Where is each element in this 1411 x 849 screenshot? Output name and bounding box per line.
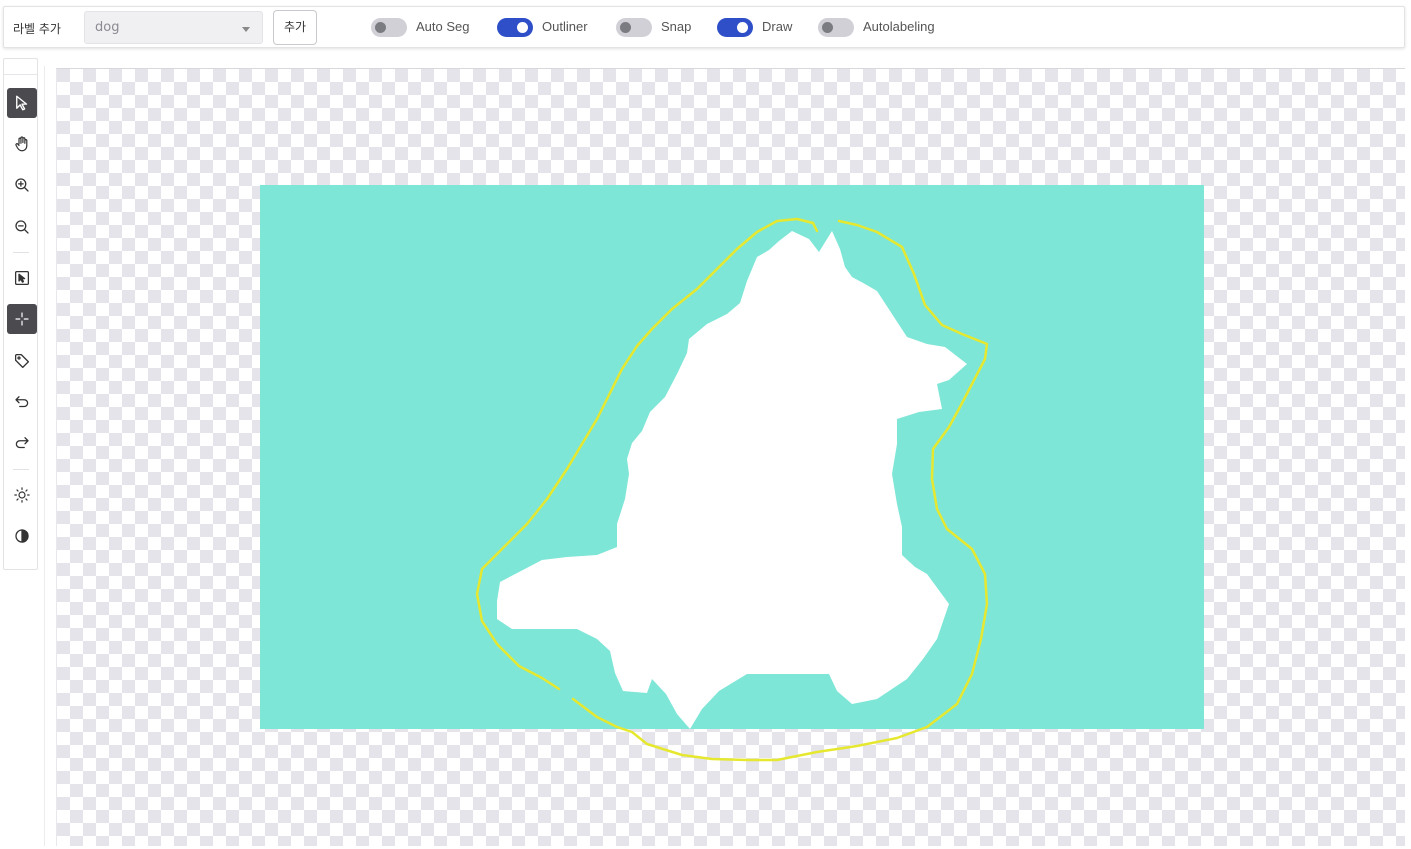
toggle-knob — [737, 22, 748, 33]
tag-icon — [14, 353, 30, 369]
chevron-down-icon — [242, 27, 250, 32]
toggle-autolabeling-label: Autolabeling — [863, 19, 935, 34]
pan-tool-button[interactable] — [7, 129, 37, 159]
box-select-button[interactable] — [7, 263, 37, 293]
add-label-button[interactable]: 추가 — [273, 10, 317, 45]
panel-divider — [44, 66, 45, 846]
zoom-in-button[interactable] — [7, 170, 37, 200]
pan-hand-icon — [15, 136, 28, 152]
box-select-icon — [14, 270, 30, 286]
redo-button[interactable] — [7, 428, 37, 458]
select-pointer-icon — [16, 95, 28, 111]
zoom-out-icon — [15, 220, 29, 234]
undo-button[interactable] — [7, 387, 37, 417]
annotation-overlay — [475, 217, 989, 762]
toolbar-divider — [13, 469, 29, 470]
toggle-knob — [620, 22, 631, 33]
brightness-icon — [14, 487, 30, 503]
toggle-auto-seg-label: Auto Seg — [416, 19, 470, 34]
crosshair-icon — [15, 312, 29, 326]
label-add-text: 라벨 추가 — [13, 22, 61, 36]
redo-icon — [15, 437, 29, 449]
toggle-knob — [822, 22, 833, 33]
toggle-draw-label: Draw — [762, 19, 793, 34]
top-toolbar: 라벨 추가 dog 추가 Auto Seg Outliner Snap Draw… — [3, 6, 1405, 48]
crosshair-tool-button[interactable] — [7, 304, 37, 334]
contrast-icon — [15, 529, 29, 543]
toolbar-header-divider — [4, 74, 37, 75]
contrast-button[interactable] — [7, 521, 37, 551]
dog-mask — [497, 231, 967, 729]
zoom-in-icon — [15, 178, 29, 192]
brightness-button[interactable] — [7, 480, 37, 510]
toggle-knob — [517, 22, 528, 33]
label-select[interactable]: dog — [84, 11, 263, 44]
toggle-knob — [375, 22, 386, 33]
toolbar-divider — [13, 252, 29, 253]
annotation-canvas[interactable] — [56, 68, 1405, 846]
toggle-snap-label: Snap — [661, 19, 692, 34]
tag-tool-button[interactable] — [7, 346, 37, 376]
select-tool-button[interactable] — [7, 88, 37, 118]
label-select-value: dog — [95, 20, 120, 35]
outline-stroke-3 — [811, 221, 819, 233]
toggle-outliner-label: Outliner — [542, 19, 588, 34]
tool-sidebar — [3, 58, 38, 570]
undo-icon — [15, 396, 29, 408]
zoom-out-button[interactable] — [7, 212, 37, 242]
